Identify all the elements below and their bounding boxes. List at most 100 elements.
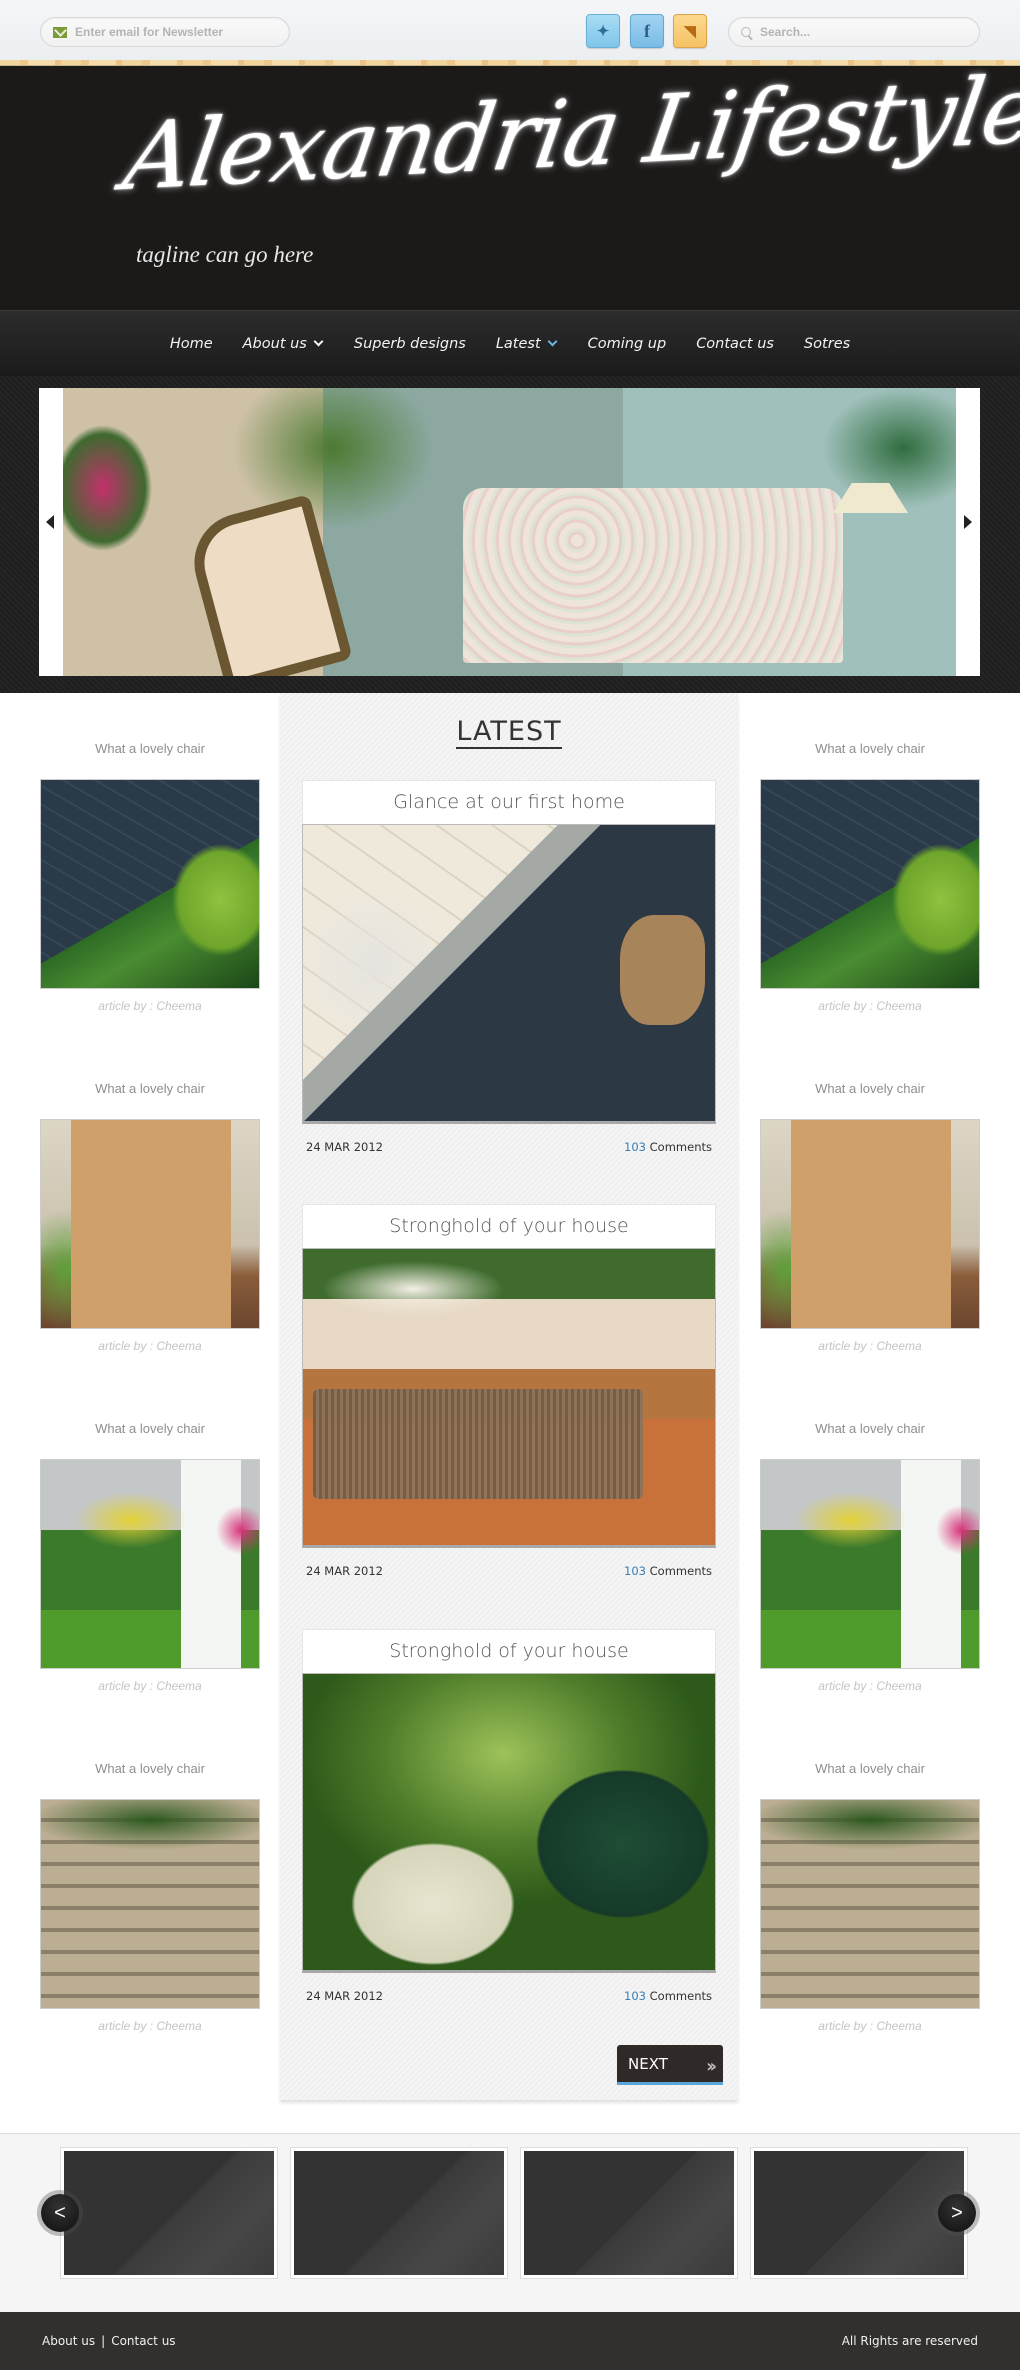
side-article[interactable]: What a lovely chair article by : Cheema [40,1081,260,1353]
carousel-thumbnail[interactable] [750,2147,968,2279]
chevron-left-icon: < [54,2201,66,2224]
chevron-right-icon: > [951,2201,963,2224]
post-meta: 24 MAR 2012 103 Comments [302,1564,716,1578]
search-placeholder: Search... [760,25,811,39]
nav-label: Home [169,335,213,352]
side-article-image[interactable] [40,1119,260,1329]
slider-prev-arrow-icon[interactable] [46,515,54,529]
side-article-image[interactable] [760,1119,980,1329]
side-article-image[interactable] [760,1459,980,1669]
comment-count: 103 [624,1989,646,2003]
side-article-title[interactable]: What a lovely chair [40,1081,260,1101]
side-article-image[interactable] [40,779,260,989]
post-meta: 24 MAR 2012 103 Comments [302,1140,716,1154]
carousel-thumbnail[interactable] [60,2147,278,2279]
post-card[interactable]: Stronghold of your house 24 MAR 2012 103… [302,1204,716,1578]
nav-label: Superb designs [353,335,466,352]
next-button[interactable]: NEXT ›› [617,2045,723,2085]
latest-heading-text: LATEST [456,716,562,749]
twitter-icon: ✦ [596,23,610,40]
comment-label: Comments [649,1564,712,1578]
site-tagline: tagline can go here [136,242,314,267]
carousel-prev-button[interactable]: < [41,2194,79,2232]
side-article-byline: article by : Cheema [98,2019,202,2033]
post-comments-link[interactable]: 103 Comments [624,1140,712,1154]
main-nav: Home About us Superb designs Latest Comi… [0,310,1020,376]
post-card[interactable]: Glance at our first home 24 MAR 2012 103… [302,780,716,1154]
side-article-title[interactable]: What a lovely chair [40,1761,260,1781]
side-article-title[interactable]: What a lovely chair [760,1081,980,1101]
carousel-thumbnail[interactable] [290,2147,508,2279]
footer-links: About us | Contact us [42,2334,176,2348]
post-title[interactable]: Glance at our first home [302,780,716,824]
slide-image-sunroom [63,388,956,676]
nav-item-about-us[interactable]: About us [228,336,339,352]
side-article[interactable]: What a lovely chair article by : Cheema [760,741,980,1013]
side-article-title[interactable]: What a lovely chair [760,1421,980,1441]
side-article[interactable]: What a lovely chair article by : Cheema [40,1761,260,2033]
side-article-title[interactable]: What a lovely chair [40,741,260,761]
post-image[interactable] [302,1248,716,1548]
nav-label: Contact us [696,335,774,352]
nav-label: About us [242,335,307,352]
footer-link-contact-us[interactable]: Contact us [111,2334,175,2348]
rss-icon: ◥ [684,23,696,40]
chevron-down-icon [547,336,558,347]
search-input[interactable]: Search... [728,17,980,47]
nav-label: Coming up [587,335,667,352]
side-article-image[interactable] [40,1459,260,1669]
newsletter-placeholder: Enter email for Newsletter [75,25,224,39]
carousel-next-button[interactable]: > [938,2194,976,2232]
post-card[interactable]: Stronghold of your house 24 MAR 2012 103… [302,1629,716,2003]
comment-label: Comments [649,1140,712,1154]
comment-count: 103 [624,1140,646,1154]
side-article-byline: article by : Cheema [98,999,202,1013]
post-image[interactable] [302,824,716,1124]
side-article-byline: article by : Cheema [818,1679,922,1693]
side-article-image[interactable] [760,779,980,989]
side-article-byline: article by : Cheema [98,1679,202,1693]
side-article-title[interactable]: What a lovely chair [760,1761,980,1781]
post-comments-link[interactable]: 103 Comments [624,1564,712,1578]
nav-label: Latest [495,335,541,352]
facebook-icon: f [644,20,650,41]
side-article-byline: article by : Cheema [818,1339,922,1353]
footer-separator: | [101,2334,106,2348]
side-article-title[interactable]: What a lovely chair [760,741,980,761]
facebook-button[interactable]: f [630,14,664,48]
twitter-button[interactable]: ✦ [586,14,620,48]
mail-icon [53,26,67,38]
nav-item-latest[interactable]: Latest [481,336,573,352]
side-article[interactable]: What a lovely chair article by : Cheema [760,1081,980,1353]
post-title[interactable]: Stronghold of your house [302,1629,716,1673]
latest-heading: LATEST [280,716,738,749]
post-title[interactable]: Stronghold of your house [302,1204,716,1248]
footer-link-about-us[interactable]: About us [42,2334,95,2348]
footer-copyright: All Rights are reserved [841,2334,978,2348]
newsletter-email-input[interactable]: Enter email for Newsletter [40,17,290,47]
nav-item-coming-up[interactable]: Coming up [573,336,682,352]
side-article[interactable]: What a lovely chair article by : Cheema [40,1421,260,1693]
side-article-byline: article by : Cheema [818,2019,922,2033]
post-meta: 24 MAR 2012 103 Comments [302,1989,716,2003]
sofa-shape [463,488,843,663]
chevron-down-icon [313,336,324,347]
rocking-chair-shape [183,494,353,676]
side-article-image[interactable] [760,1799,980,2009]
nav-item-superb-designs[interactable]: Superb designs [339,336,481,352]
nav-item-home[interactable]: Home [155,336,228,352]
post-image[interactable] [302,1673,716,1973]
side-article[interactable]: What a lovely chair article by : Cheema [40,741,260,1013]
side-article-title[interactable]: What a lovely chair [40,1421,260,1441]
nav-item-sotres[interactable]: Sotres [789,336,865,352]
slider-next-arrow-icon[interactable] [964,515,972,529]
side-article[interactable]: What a lovely chair article by : Cheema [760,1421,980,1693]
rss-button[interactable]: ◥ [673,14,707,48]
nav-item-contact-us[interactable]: Contact us [681,336,789,352]
nav-label: Sotres [803,335,851,352]
carousel-thumbnail[interactable] [520,2147,738,2279]
post-comments-link[interactable]: 103 Comments [624,1989,712,2003]
side-article-byline: article by : Cheema [98,1339,202,1353]
side-article[interactable]: What a lovely chair article by : Cheema [760,1761,980,2033]
side-article-image[interactable] [40,1799,260,2009]
